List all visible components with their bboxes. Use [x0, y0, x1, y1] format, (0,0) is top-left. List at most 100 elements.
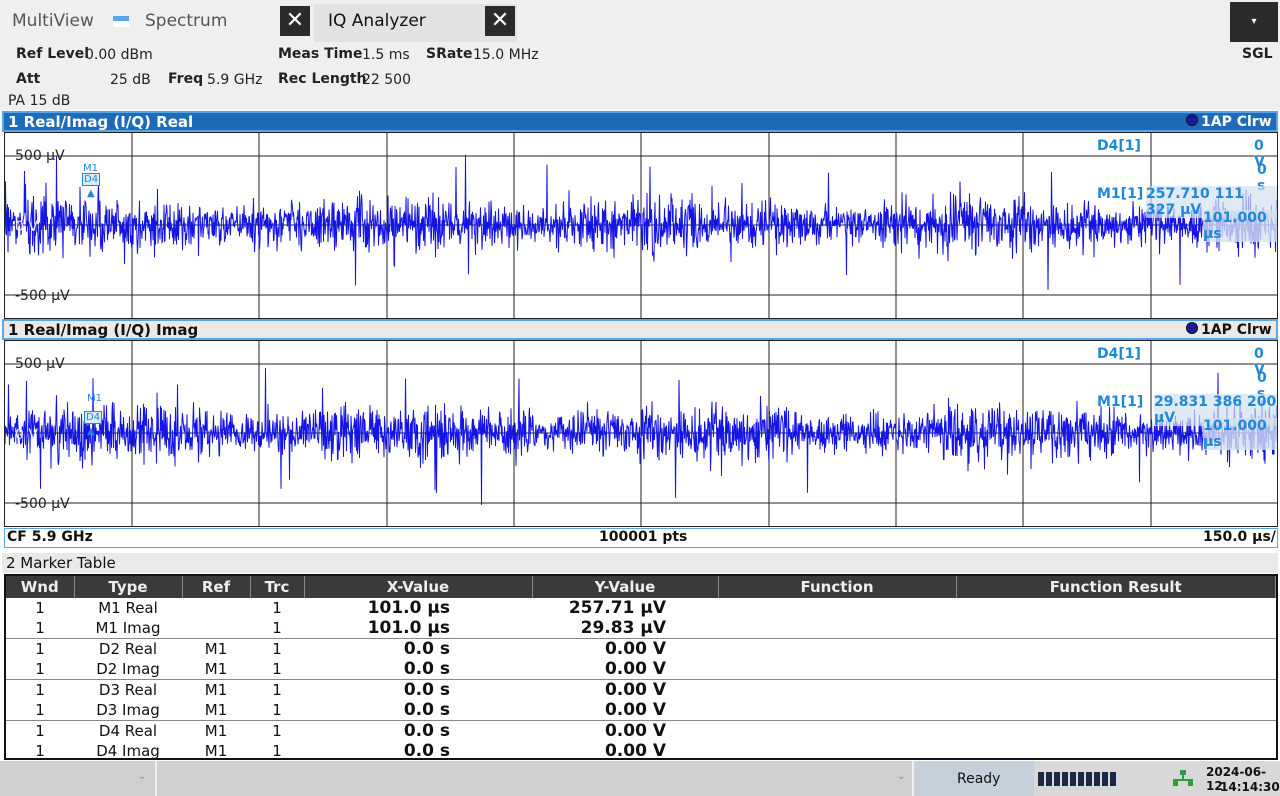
cell-x-value: 101.0 µs	[367, 598, 450, 618]
cell-type: D3 Imag	[96, 701, 160, 719]
cell-function	[718, 679, 956, 700]
window-2-y-top: 500 µV	[15, 356, 65, 372]
cell-wnd: 1	[6, 638, 74, 659]
cell-function-result	[956, 659, 1276, 680]
window-2-marker-d4-tag[interactable]: D4	[84, 411, 103, 424]
close-iq-tab-button[interactable]: ✕	[485, 6, 515, 36]
window-1-y-top: 500 µV	[15, 148, 65, 164]
cell-ref: M1	[204, 742, 228, 760]
cell-y-value: 0.00 V	[532, 679, 718, 700]
dropdown-arrow-icon[interactable]: ▾	[1230, 2, 1278, 42]
cell-x-value: 0.0 s	[304, 679, 532, 700]
cell-ref: M1	[182, 679, 250, 700]
cell-function	[718, 720, 956, 741]
cell-x-value: 0.0 s	[403, 741, 450, 761]
spectrum-icon	[113, 13, 129, 27]
pa-label: PA 15 dB	[8, 93, 71, 109]
tab-multiview[interactable]: MultiView	[12, 11, 94, 31]
window-2-y-bot: -500 µV	[15, 496, 70, 512]
bottom-status-bar: ⌄ ⌄ Ready 2024-06-12 14:14:30	[0, 761, 1280, 796]
cell-function	[718, 741, 956, 761]
srate-value: 15.0 MHz	[473, 47, 539, 63]
table-row[interactable]: 1 D4 Imag M1 1 0.0 s 0.00 V	[6, 741, 1276, 761]
ready-label: Ready	[957, 771, 1001, 787]
cell-trc: 1	[250, 638, 304, 659]
cell-x-value: 0.0 s	[403, 700, 450, 720]
chevron-down-icon: ⌄	[897, 771, 906, 782]
header-x-value: X-Value	[304, 576, 533, 598]
cell-function-result	[956, 741, 1276, 761]
cell-y-value: 257.71 µV	[568, 598, 666, 618]
table-row[interactable]: 1 D3 Imag M1 1 0.0 s 0.00 V	[6, 700, 1276, 721]
window-2-title-bar[interactable]: 1 Real/Imag (I/Q) Imag 1AP Clrw	[2, 319, 1278, 340]
cell-trc: 1	[272, 619, 282, 637]
window-2-y-mid: 0 V	[15, 427, 38, 443]
rec-length-value: 22 500	[362, 72, 411, 88]
window-1-marker-d4-tag[interactable]: D4	[82, 173, 101, 186]
cell-trc: 1	[272, 599, 282, 617]
window-2-title: 1 Real/Imag (I/Q) Imag	[8, 321, 199, 339]
header-wnd: Wnd	[6, 576, 75, 598]
close-spectrum-tab-button[interactable]: ✕	[280, 6, 310, 36]
cell-function-result	[956, 598, 1276, 618]
network-icon	[1173, 770, 1193, 790]
cell-type: D2 Real	[74, 638, 182, 659]
window-2-d4-label: D4[1]	[1097, 346, 1141, 362]
ready-status: Ready	[914, 761, 1034, 796]
window-1-plot[interactable]: 500 µV 0 V -500 µV D4[1] 0 V 0 s M1[1] 2…	[4, 132, 1278, 319]
cell-trc: 1	[272, 701, 282, 719]
table-row[interactable]: 1 M1 Real 1 101.0 µs 257.71 µV	[6, 598, 1276, 618]
srate-label: SRate	[426, 46, 473, 62]
ref-level-label: Ref Level	[16, 46, 90, 62]
softkey-area-1[interactable]: ⌄	[0, 761, 157, 796]
table-row[interactable]: 1 D2 Imag M1 1 0.0 s 0.00 V	[6, 659, 1276, 680]
window-1-trace-svg	[5, 133, 1277, 318]
window-1-title: 1 Real/Imag (I/Q) Real	[8, 113, 194, 131]
header-ref: Ref	[182, 576, 251, 598]
time-label: 14:14:30	[1220, 780, 1280, 794]
chevron-down-icon: ⌄	[138, 771, 147, 782]
freq-label: Freq	[168, 71, 204, 87]
cell-x-value: 0.0 s	[403, 659, 450, 679]
cell-x-value: 0.0 s	[304, 720, 532, 741]
header-type: Type	[74, 576, 183, 598]
tab-spectrum[interactable]: Spectrum	[145, 11, 227, 31]
cell-x-value: 101.0 µs	[367, 618, 450, 638]
cell-type: D3 Real	[74, 679, 182, 700]
window-2-marker-m1-tag: M1	[87, 393, 102, 404]
cell-wnd: 1	[6, 679, 74, 700]
meas-time-label: Meas Time	[278, 46, 363, 62]
cell-type: D2 Imag	[96, 660, 160, 678]
cell-ref: M1	[204, 660, 228, 678]
cell-wnd: 1	[35, 660, 45, 678]
cell-ref	[182, 618, 250, 639]
window-1-title-bar[interactable]: 1 Real/Imag (I/Q) Real 1AP Clrw	[2, 111, 1278, 132]
trace-dot-icon	[1186, 322, 1198, 334]
table-row[interactable]: 1 D4 Real M1 1 0.0 s 0.00 V	[6, 720, 1276, 741]
marker-table-title-bar[interactable]: 2 Marker Table	[2, 553, 1278, 573]
softkey-area-2[interactable]: ⌄	[157, 761, 914, 796]
marker-table[interactable]: Wnd Type Ref Trc X-Value Y-Value Functio…	[4, 574, 1278, 761]
table-row[interactable]: 1 D3 Real M1 1 0.0 s 0.00 V	[6, 679, 1276, 700]
header-trc: Trc	[250, 576, 305, 598]
cell-function-result	[956, 679, 1276, 700]
cell-function-result	[956, 638, 1276, 659]
cell-y-value: 0.00 V	[532, 638, 718, 659]
cell-trc: 1	[272, 660, 282, 678]
cell-function-result	[956, 618, 1276, 639]
points-count: 100001 pts	[599, 529, 688, 545]
cell-trc: 1	[272, 742, 282, 760]
cell-ref: M1	[204, 701, 228, 719]
cell-ref: M1	[182, 720, 250, 741]
time-per-div: 150.0 µs/	[1203, 529, 1276, 545]
ref-level-value: 0.00 dBm	[85, 47, 153, 63]
trace-dot-icon	[1186, 114, 1198, 126]
diagram-status-bar: CF 5.9 GHz 100001 pts 150.0 µs/	[4, 528, 1278, 548]
marker-table-header: Wnd Type Ref Trc X-Value Y-Value Functio…	[6, 576, 1276, 598]
cell-wnd: 1	[35, 619, 45, 637]
window-2-plot[interactable]: 500 µV 0 V -500 µV D4[1] 0 V 0 s M1[1] 2…	[4, 340, 1278, 527]
table-row[interactable]: 1 D2 Real M1 1 0.0 s 0.00 V	[6, 638, 1276, 659]
table-row[interactable]: 1 M1 Imag 1 101.0 µs 29.83 µV	[6, 618, 1276, 639]
cell-function-result	[956, 700, 1276, 721]
window-1-d4-label: D4[1]	[1097, 138, 1141, 154]
